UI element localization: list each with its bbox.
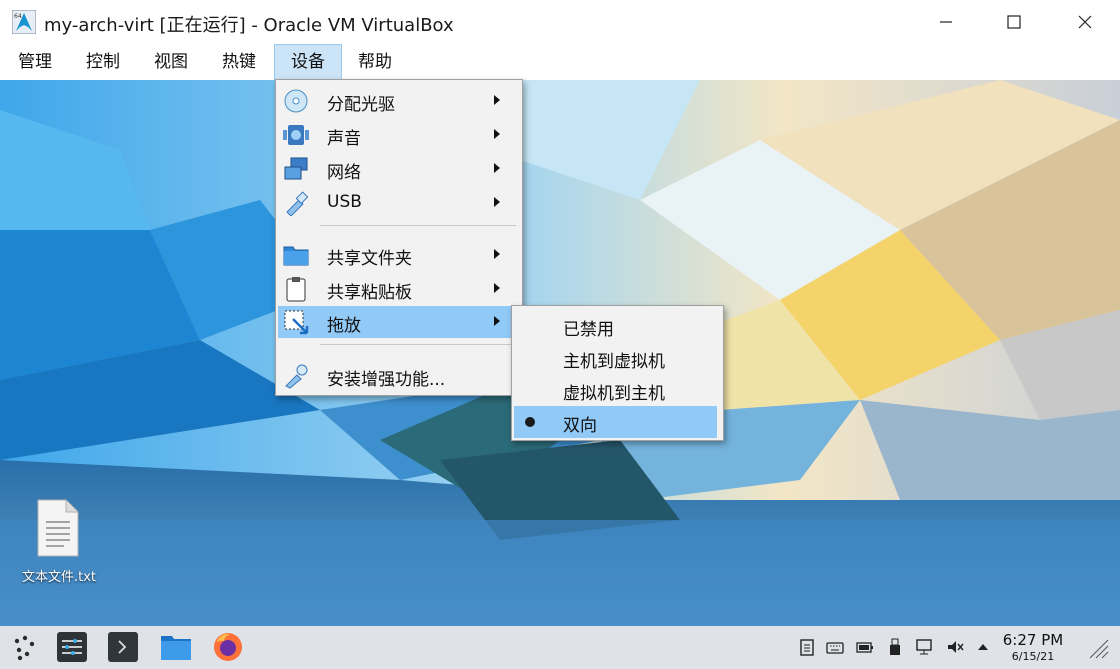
maximize-button[interactable]	[984, 0, 1044, 44]
menu-item-optical-drive[interactable]: 分配光驱	[278, 85, 520, 117]
menu-control[interactable]: 控制	[76, 44, 130, 80]
window-title: my-arch-virt [正在运行] - Oracle VM VirtualB…	[44, 15, 454, 36]
clipboard-tray-icon[interactable]	[798, 638, 816, 656]
network-tray-icon[interactable]	[916, 638, 934, 656]
menu-item-label: USB	[327, 192, 362, 212]
submenu-arrow-icon	[494, 197, 500, 207]
file-manager-icon[interactable]	[160, 632, 192, 662]
chevron-up-icon[interactable]	[974, 638, 992, 656]
menu-item-drag-drop[interactable]: 拖放	[278, 306, 514, 338]
arch-linux-icon: 64	[12, 10, 36, 34]
submenu-arrow-icon	[494, 283, 500, 293]
desktop-resize-grip-icon[interactable]	[1086, 636, 1110, 660]
menu-item-label: 共享粘贴板	[327, 283, 412, 303]
submenu-item-label: 已禁用	[563, 320, 614, 340]
guest-additions-icon	[285, 364, 308, 389]
menu-item-usb[interactable]: USB	[278, 187, 520, 219]
menu-item-label: 安装增强功能...	[327, 370, 446, 390]
submenu-arrow-icon	[494, 249, 500, 259]
system-settings-icon[interactable]	[57, 632, 87, 662]
menu-bar: 管理 控制 视图 热键 设备 帮助	[0, 44, 1120, 80]
network-icon	[284, 157, 308, 180]
minimize-icon	[940, 21, 952, 23]
submenu-item-label: 虚拟机到主机	[563, 384, 665, 404]
submenu-arrow-icon	[494, 129, 500, 139]
svg-text:64: 64	[14, 13, 22, 20]
title-bar: 64 my-arch-virt [正在运行] - Oracle VM Virtu…	[0, 0, 1120, 44]
menu-view[interactable]: 视图	[144, 44, 198, 80]
menu-item-shared-clipboard[interactable]: 共享粘贴板	[278, 273, 520, 305]
usb-tray-icon[interactable]	[886, 638, 904, 656]
drag-drop-icon	[284, 310, 309, 335]
menu-devices[interactable]: 设备	[274, 44, 342, 80]
menu-item-audio[interactable]: 声音	[278, 119, 520, 151]
menu-manage[interactable]: 管理	[8, 44, 62, 80]
menu-separator	[320, 344, 516, 345]
clipboard-icon	[286, 277, 306, 302]
menu-hotkeys[interactable]: 热键	[212, 44, 266, 80]
audio-icon	[283, 125, 309, 145]
submenu-item-bidirectional[interactable]: 双向	[514, 406, 717, 438]
submenu-item-label: 主机到虚拟机	[563, 352, 665, 372]
maximize-icon	[1007, 15, 1021, 29]
menu-item-install-guest-additions[interactable]: 安装增强功能...	[278, 360, 520, 392]
terminal-icon[interactable]	[108, 632, 138, 662]
text-file-icon[interactable]	[36, 498, 80, 558]
clock-date[interactable]: 6/15/21	[1000, 650, 1066, 663]
drag-drop-submenu: 已禁用 主机到虚拟机 虚拟机到主机 双向	[511, 305, 724, 441]
menu-item-label: 网络	[327, 163, 361, 183]
clock-time[interactable]: 6:27 PM	[1000, 631, 1066, 649]
desktop-file-label[interactable]: 文本文件.txt	[14, 566, 104, 585]
keyboard-tray-icon[interactable]	[826, 638, 844, 656]
menu-item-label: 分配光驱	[327, 95, 395, 115]
menu-item-network[interactable]: 网络	[278, 153, 520, 185]
submenu-arrow-icon	[494, 316, 500, 326]
menu-item-shared-folders[interactable]: 共享文件夹	[278, 239, 520, 271]
submenu-item-guest-to-host[interactable]: 虚拟机到主机	[514, 374, 719, 406]
radio-selected-icon	[525, 417, 535, 427]
guest-taskbar: 6:27 PM 6/15/21	[0, 626, 1120, 669]
submenu-item-label: 双向	[563, 416, 597, 436]
menu-item-label: 拖放	[327, 316, 361, 336]
submenu-arrow-icon	[494, 95, 500, 105]
usb-icon	[286, 191, 309, 216]
menu-separator	[320, 225, 516, 226]
volume-muted-icon[interactable]	[946, 638, 964, 656]
menu-item-label: 共享文件夹	[327, 249, 412, 269]
submenu-arrow-icon	[494, 163, 500, 173]
close-button[interactable]	[1055, 0, 1115, 44]
menu-item-label: 声音	[327, 129, 361, 149]
submenu-item-disabled[interactable]: 已禁用	[514, 310, 719, 342]
devices-menu: 分配光驱 声音 网络 USB 共享文件夹 共享粘贴板 拖放 安装增强功能...	[275, 79, 523, 396]
menu-help[interactable]: 帮助	[348, 44, 402, 80]
app-launcher-icon[interactable]	[12, 635, 38, 661]
optical-disc-icon	[284, 89, 308, 113]
submenu-item-host-to-guest[interactable]: 主机到虚拟机	[514, 342, 719, 374]
minimize-button[interactable]	[916, 0, 976, 44]
battery-tray-icon[interactable]	[856, 638, 874, 656]
close-icon	[1078, 15, 1092, 29]
firefox-icon[interactable]	[212, 631, 244, 663]
shared-folder-icon	[283, 246, 309, 266]
